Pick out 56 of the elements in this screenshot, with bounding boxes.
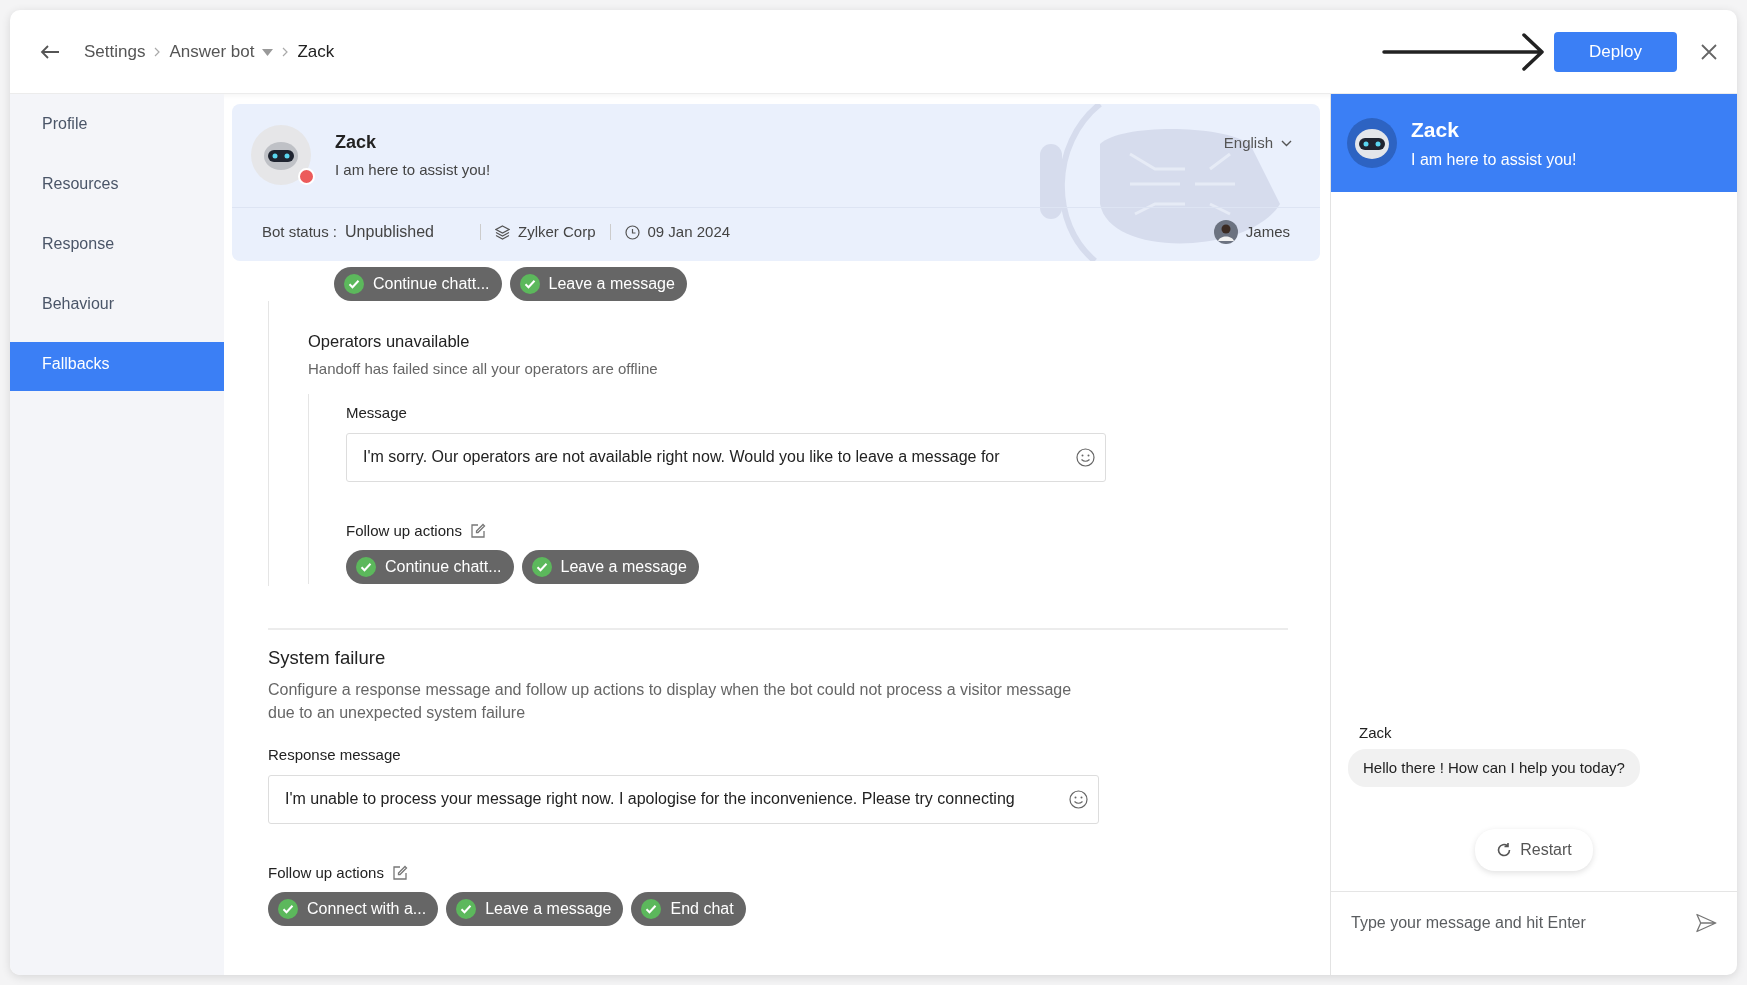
bot-avatar-icon <box>251 125 311 185</box>
owner-name: James <box>1245 221 1290 242</box>
field-label: Follow up actions <box>268 862 384 883</box>
clock-icon <box>624 224 640 240</box>
avatar-icon <box>1213 220 1238 244</box>
emoji-icon[interactable] <box>1069 789 1088 809</box>
date-text: 09 Jan 2024 <box>647 221 731 242</box>
sidebar-item[interactable]: Response <box>10 222 224 271</box>
sidebar-item[interactable]: Behaviour <box>10 282 224 331</box>
sender-name: Zack <box>1359 723 1393 743</box>
deploy-button[interactable]: Deploy <box>1554 31 1677 72</box>
section-description: Configure a response message and follow up actions to display when the bot could not process a visitor message due to an unexpected system failure <box>268 680 1073 724</box>
breadcrumb-link[interactable]: Settings <box>84 38 146 65</box>
close-icon[interactable] <box>1701 43 1717 60</box>
message-field[interactable]: I'm unable to process your message right now. I apologise for the inconvenience. Please try connecting <box>268 774 1099 824</box>
action-chip[interactable]: Leave a message <box>509 267 687 301</box>
section-title: Operators unavailable <box>308 331 471 352</box>
breadcrumb-current: Zack <box>297 40 335 63</box>
chevron-icon <box>1281 139 1292 147</box>
action-chip[interactable]: Leave a message <box>446 892 624 927</box>
chat-subtitle: I am here to assist you! <box>1411 149 1577 170</box>
edit-icon[interactable] <box>469 523 486 539</box>
message-field[interactable]: I'm sorry. Our operators are not available right now. Would you like to leave a message for <box>346 432 1106 482</box>
caret-icon[interactable] <box>262 48 274 56</box>
language-dropdown[interactable]: English <box>1223 131 1292 155</box>
edit-icon[interactable] <box>391 865 408 882</box>
breadcrumb-link[interactable]: Answer bot <box>169 38 255 65</box>
action-chip[interactable]: Continue chatt... <box>346 550 514 585</box>
bot-avatar-icon <box>1347 118 1397 168</box>
chat-title: Zack <box>1411 117 1460 144</box>
restart-button[interactable]: Restart <box>1475 829 1593 871</box>
back-icon[interactable] <box>40 44 60 59</box>
sidebar-item[interactable]: Profile <box>10 102 224 151</box>
chevron-icon <box>154 47 161 58</box>
action-chip[interactable]: Continue chatt... <box>334 267 502 301</box>
refresh-icon <box>1496 842 1513 858</box>
field-label: Follow up actions <box>346 520 462 541</box>
status-label: Bot status : <box>262 221 338 242</box>
bot-name: Zack <box>335 130 378 154</box>
layers-icon <box>495 224 510 240</box>
section-description: Handoff has failed since all your operators are offline <box>308 358 659 379</box>
field-label: Message <box>346 403 408 424</box>
sidebar-item[interactable]: Resources <box>10 162 224 211</box>
emoji-icon[interactable] <box>1076 447 1095 467</box>
section-title: System failure <box>268 646 387 671</box>
action-chip[interactable]: Connect with a... <box>268 892 439 927</box>
field-label: Response message <box>268 745 402 766</box>
action-chip[interactable]: Leave a message <box>521 550 699 585</box>
company-name: Zylker Corp <box>518 221 596 242</box>
bot-tagline: I am here to assist you! <box>335 159 491 180</box>
chevron-icon <box>282 47 289 58</box>
chat-bubble: Hello there ! How can I help you today? <box>1348 748 1640 787</box>
status-value: Unpublished <box>345 222 434 242</box>
action-chip[interactable]: End chat <box>631 892 746 927</box>
send-icon[interactable] <box>1696 912 1717 933</box>
sidebar-item[interactable]: Fallbacks <box>10 342 224 391</box>
